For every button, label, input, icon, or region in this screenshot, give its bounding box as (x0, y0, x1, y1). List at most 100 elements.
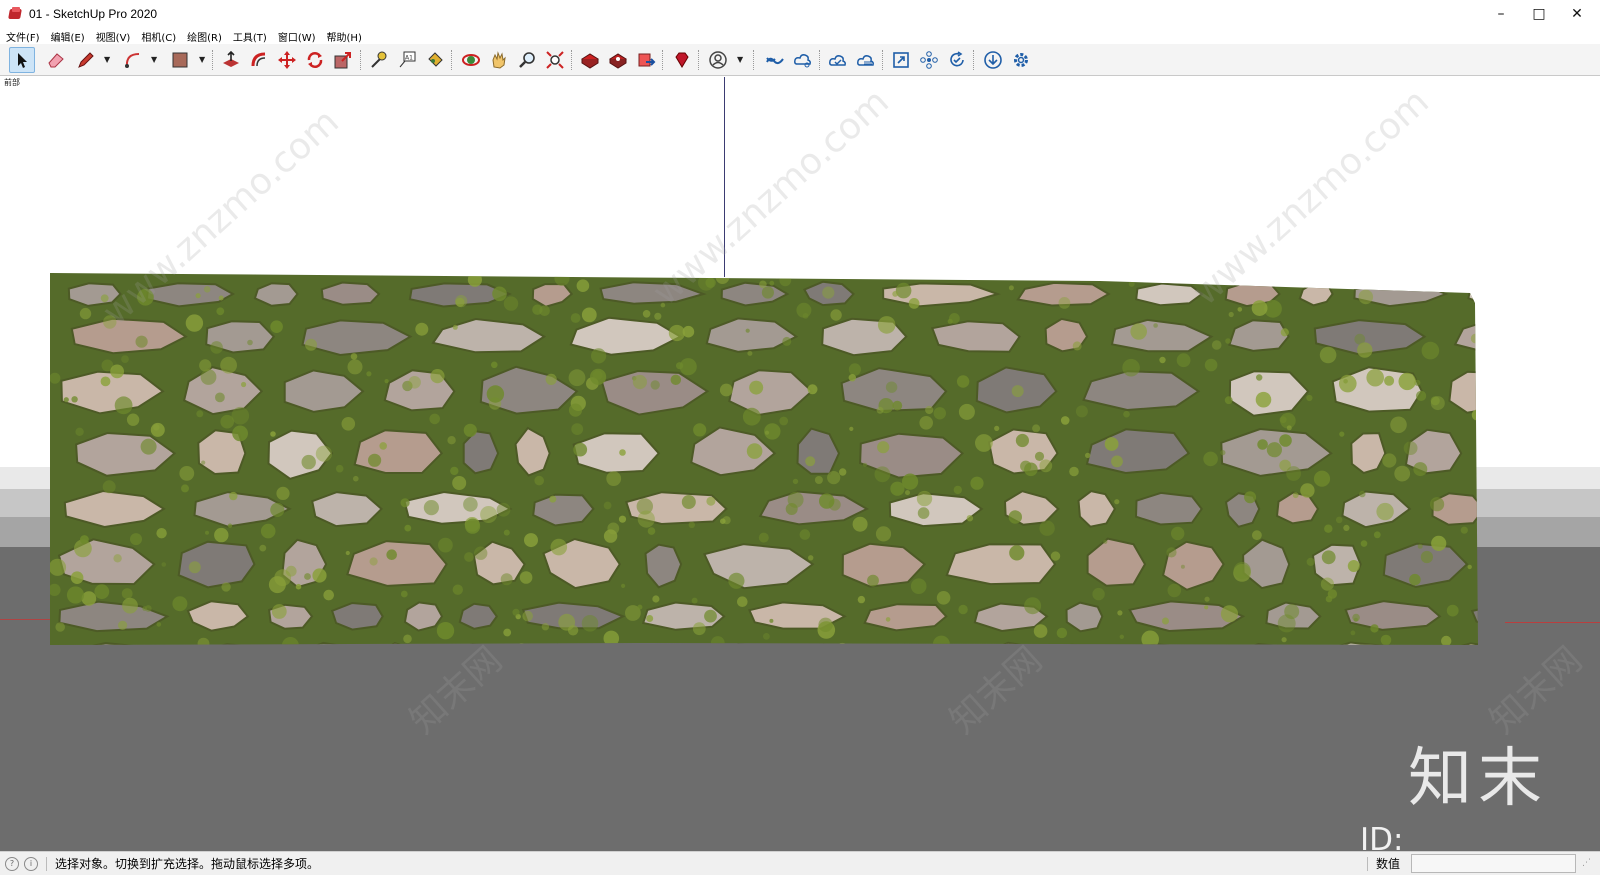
shape-dropdown-arrow[interactable]: ▼ (199, 55, 208, 65)
arc-dropdown-arrow[interactable]: ▼ (151, 55, 160, 65)
moss-patch (100, 376, 111, 387)
ruby-gem-icon (675, 52, 689, 68)
moss-patch (135, 335, 148, 348)
moss-patch (1162, 617, 1169, 625)
moss-patch (438, 537, 453, 553)
menu-help[interactable]: 帮助(H) (327, 29, 362, 44)
stone-wall-model[interactable] (50, 273, 1510, 651)
account-dropdown-arrow[interactable]: ▼ (737, 55, 746, 65)
wall-stone (1467, 282, 1478, 306)
moss-patch (55, 622, 65, 632)
moss-patch (259, 544, 267, 552)
wall-stone (1055, 643, 1100, 645)
moss-patch (549, 495, 557, 503)
moss-patch (197, 637, 210, 645)
send-to-layout-button[interactable] (633, 47, 659, 73)
text-tool-button[interactable]: A1 (394, 47, 420, 73)
offset-tool-button[interactable] (246, 47, 272, 73)
arc-tool-button[interactable] (120, 47, 146, 73)
zoom-tool-button[interactable] (514, 47, 540, 73)
line-dropdown-arrow[interactable]: ▼ (104, 55, 113, 65)
gear-icon (1014, 53, 1028, 67)
scale-tool-button[interactable] (330, 47, 356, 73)
moss-patch (769, 280, 775, 286)
tape-measure-tool-button[interactable] (366, 47, 392, 73)
info-icon[interactable]: i (24, 856, 38, 871)
moss-patch (710, 636, 725, 645)
components-button[interactable] (916, 47, 942, 73)
moss-patch (347, 359, 363, 375)
moss-patch (102, 480, 116, 494)
moss-patch (130, 533, 142, 546)
menu-window[interactable]: 窗口(W) (278, 29, 316, 44)
menu-file[interactable]: 文件(F) (6, 29, 40, 44)
moss-patch (885, 381, 898, 393)
cloud-check-icon (829, 55, 846, 66)
extension-manager-button[interactable] (669, 47, 695, 73)
refresh-check-button[interactable] (944, 47, 970, 73)
moss-patch (807, 384, 818, 395)
menu-camera[interactable]: 相机(C) (141, 29, 176, 44)
moss-patch (463, 423, 477, 437)
moss-patch (75, 427, 84, 436)
sketchup-app-icon[interactable] (8, 7, 22, 21)
brand-logo: 知末 (1408, 742, 1548, 816)
moss-patch (688, 521, 695, 528)
moss-patch (1501, 509, 1510, 526)
moss-patch (1420, 550, 1433, 564)
moss-patch (857, 595, 866, 604)
select-tool-button[interactable] (9, 47, 35, 73)
zoom-window-button[interactable] (888, 47, 914, 73)
push-pull-icon (223, 50, 239, 67)
trimble-connect-button[interactable] (762, 47, 788, 73)
menu-draw[interactable]: 绘图(R) (187, 29, 222, 44)
measurements-input[interactable] (1411, 854, 1576, 873)
account-button[interactable] (705, 47, 731, 73)
moss-patch (1141, 630, 1159, 645)
extension-warehouse-button[interactable] (605, 47, 631, 73)
nodes-icon (920, 51, 938, 69)
moss-patch (465, 518, 481, 534)
resize-grip-icon[interactable]: ⋰ (1582, 858, 1594, 870)
orbit-tool-button[interactable] (458, 47, 484, 73)
moss-patch (917, 507, 930, 519)
3d-warehouse-button[interactable] (577, 47, 603, 73)
hand-icon (492, 51, 506, 69)
line-tool-button[interactable] (73, 47, 99, 73)
moss-patch (1370, 624, 1379, 633)
moss-patch (1352, 613, 1360, 622)
pan-tool-button[interactable] (486, 47, 512, 73)
menu-view[interactable]: 视图(V) (96, 29, 131, 44)
moss-patch (910, 578, 927, 594)
zoom-extents-tool-button[interactable] (542, 47, 568, 73)
wall-stone (945, 543, 1057, 586)
push-pull-tool-button[interactable] (218, 47, 244, 73)
moss-patch (1416, 390, 1427, 401)
menu-edit[interactable]: 编辑(E) (51, 29, 85, 44)
paint-bucket-tool-button[interactable] (422, 47, 448, 73)
menu-tools[interactable]: 工具(T) (233, 29, 267, 44)
trimble-sync-button[interactable] (790, 47, 816, 73)
moss-patch (1347, 560, 1360, 572)
moss-patch (785, 273, 794, 278)
moss-patch (1284, 604, 1300, 620)
geolocation-icon[interactable]: ? (5, 856, 19, 871)
cloud-upload-button[interactable] (825, 47, 851, 73)
move-tool-button[interactable] (274, 47, 300, 73)
moss-patch (1176, 353, 1191, 368)
rotate-tool-button[interactable] (302, 47, 328, 73)
moss-patch (1103, 539, 1108, 544)
moss-patch (1056, 627, 1068, 639)
download-button[interactable] (980, 47, 1006, 73)
moss-patch (970, 476, 984, 490)
moss-patch (463, 497, 478, 512)
moss-patch (1251, 300, 1268, 316)
3d-viewport[interactable]: 前部 www.znzmo.com www.znzmo.com www.znzmo… (0, 77, 1600, 851)
tape-measure-icon (371, 51, 387, 68)
wall-stone (863, 603, 948, 632)
eraser-tool-button[interactable] (43, 47, 69, 73)
settings-button[interactable] (1008, 47, 1034, 73)
cloud-list-button[interactable] (853, 47, 879, 73)
close-button[interactable]: ✕ (1554, 0, 1600, 28)
rectangle-tool-button[interactable] (167, 47, 193, 73)
